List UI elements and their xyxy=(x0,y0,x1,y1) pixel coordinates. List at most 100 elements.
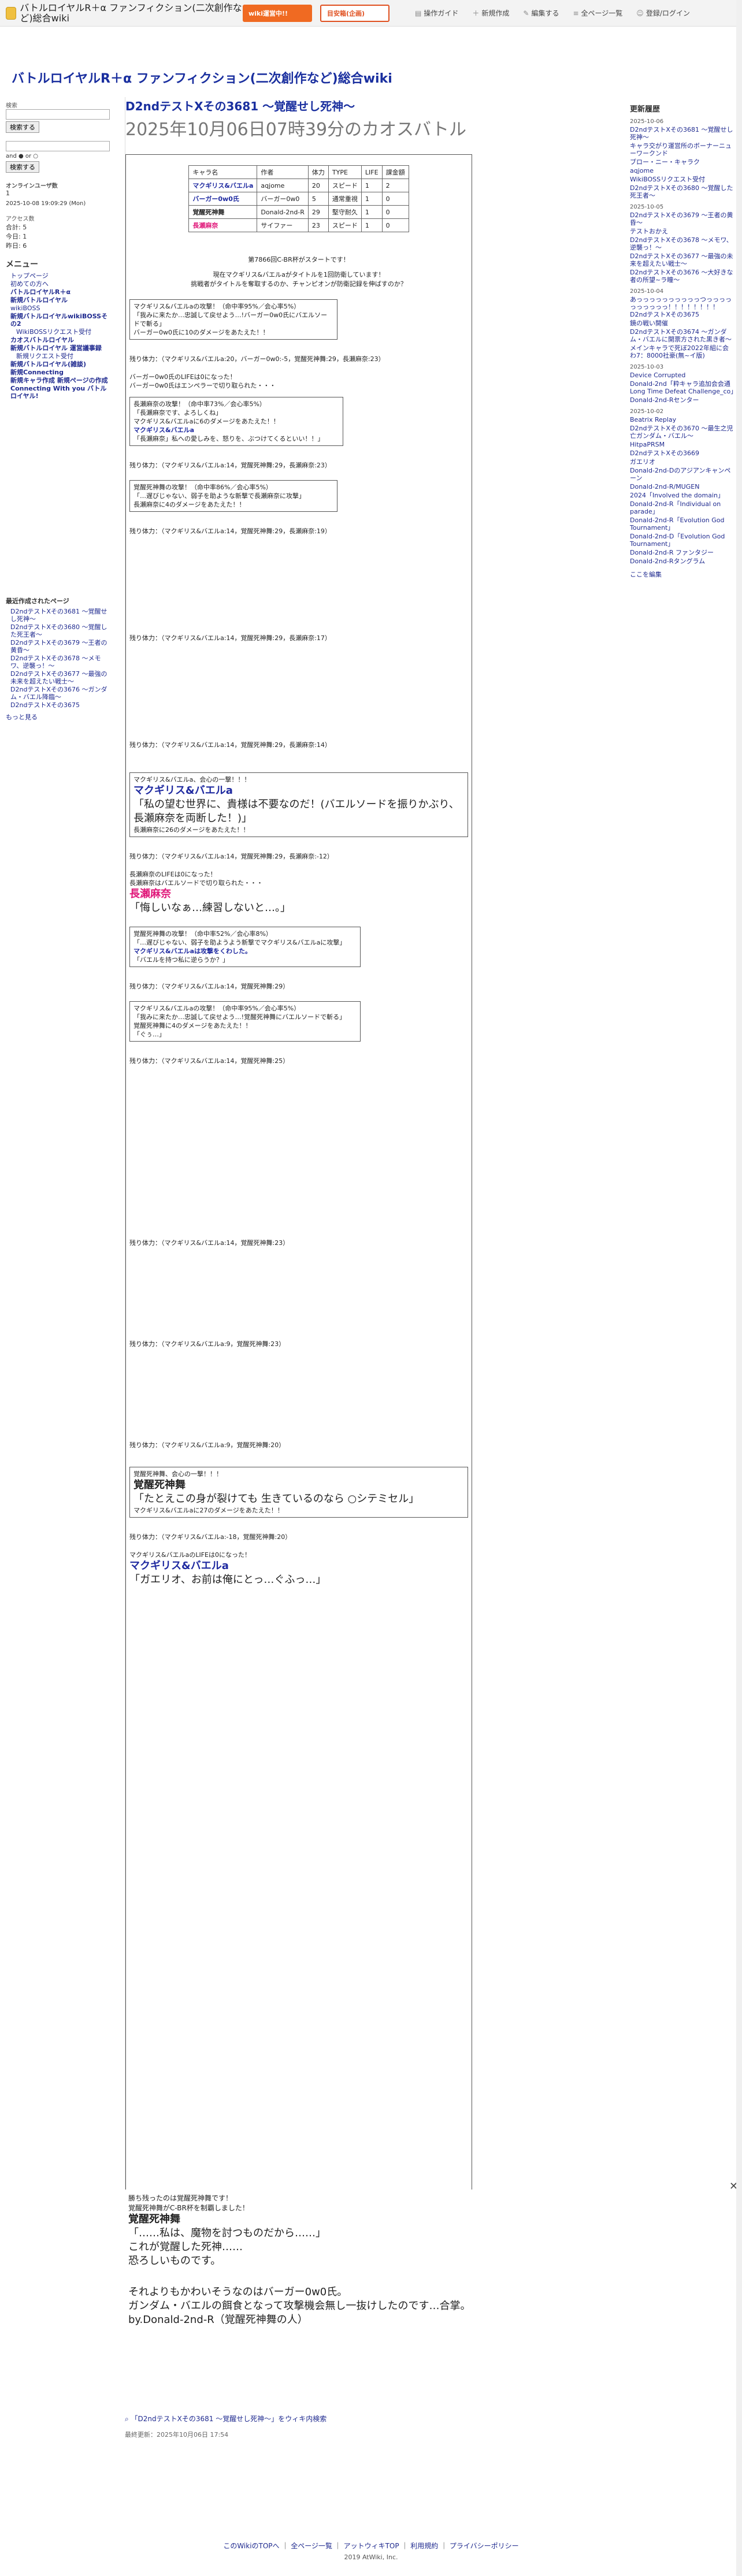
history-item[interactable]: 鏡の戦い開催 xyxy=(630,319,734,327)
table-header: TYPE xyxy=(328,165,362,179)
history-item[interactable]: テストおかえ xyxy=(630,228,734,235)
edit-link[interactable]: ここを編集 xyxy=(630,571,734,578)
history-item[interactable]: Donald-2nd-R/MUGEN xyxy=(630,483,734,490)
history-item[interactable]: メインキャラで死ぼ2022年組に会わ7：8000社豪(無~イ版) xyxy=(630,344,734,359)
hp-line: 残り体力：（マクギリス&バエルa:14，覚醒死神舞:29，長瀬麻奈:23） xyxy=(129,462,331,469)
menu-item[interactable]: トップページ xyxy=(10,272,110,280)
history-title: 更新履歴 xyxy=(630,105,661,114)
menu-item[interactable]: 新規バトルロイヤル 運営議事録 xyxy=(10,344,110,352)
history-item[interactable]: キャラ交がり運営所のボーナーニューワークンド xyxy=(630,142,734,157)
log-line: 「我みに来たか…忠誠して戻せよう…!覚醒死神舞にバエルソードで斬る」 xyxy=(133,1013,346,1021)
history-item[interactable]: D2ndテストXその3680 〜覚醒した死王者〜 xyxy=(630,184,734,199)
history-item[interactable]: Donald-2nd-Rタングラム xyxy=(630,557,734,565)
recent-item[interactable]: D2ndテストXその3679 〜王者の黄昏〜 xyxy=(10,639,110,654)
start-line: 第7866回C-BR杯がスタートです！ xyxy=(248,256,350,263)
history-item[interactable]: Donald-2nd-Dのアジアンキャンペーン xyxy=(630,467,734,482)
hp-line: 残り体力：（マクギリス&バエルa:14，覚醒死神舞:23） xyxy=(129,1239,290,1247)
history-item[interactable]: aqjome xyxy=(630,167,734,174)
table-header: 作者 xyxy=(257,165,309,179)
footer-link[interactable]: 利用規約 xyxy=(410,2542,438,2550)
table-cell: スピード xyxy=(328,179,362,192)
log-line: バーガー0w0氏に10のダメージをあたえた！！ xyxy=(133,329,269,336)
scrollbar[interactable] xyxy=(736,0,742,2576)
attack-box: 覚醒死神舞の攻撃！（命中率52%／会心率8%） 「…遅びじゃない、弱子を助ようよ… xyxy=(129,927,361,967)
menu-item[interactable]: カオスバトルロイヤル xyxy=(10,336,110,344)
nav-label: 全ページ一覧 xyxy=(581,9,623,17)
menu-item[interactable]: 初めての方へ xyxy=(10,280,110,288)
menu-item[interactable]: 新規キャラ作成 新規ページの作成 xyxy=(10,377,110,384)
history-item[interactable]: D2ndテストXその3678 〜メモワ、逆襲っ！〜 xyxy=(630,236,734,251)
history-item[interactable]: Donald-2nd-R ファンタジー xyxy=(630,549,734,556)
nav-new[interactable]: ＋新規作成 xyxy=(472,8,509,18)
hp-line: 残り体力：（マクギリス&バエルa:14，覚醒死神舞:29，長瀬麻奈:-12） xyxy=(129,853,333,860)
recent-item[interactable]: D2ndテストXその3678 〜メモワ、逆襲っ！〜 xyxy=(10,655,110,670)
history-item[interactable]: Donald-2nd「粋キャラ追加会会通 Long Time Defeat Ch… xyxy=(630,380,737,395)
footer-link[interactable]: このWikiのTOPへ xyxy=(223,2542,279,2550)
menu-item[interactable]: 新規バトルロイヤル xyxy=(10,296,110,304)
more-link[interactable]: もっと見る xyxy=(6,712,110,722)
history-item[interactable]: HitpaPRSM xyxy=(630,441,734,448)
search-button[interactable]: 検索する xyxy=(6,121,39,133)
history-item[interactable]: D2ndテストXその3677 〜最強の未来を超えたい戦士〜 xyxy=(630,252,734,267)
recent-title: 最近作成されたページ xyxy=(6,597,69,605)
wiki-search-link[interactable]: ⌕ 「D2ndテストXその3681 〜覚醒せし死神〜」をウィキ内検索 xyxy=(125,2414,327,2423)
table-cell: 通常重視 xyxy=(328,192,362,206)
critical-box: マクギリス&バエルa、会心の一撃！！！ マクギリス&バエルa 「私の望む世界に、… xyxy=(129,772,468,837)
nav-edit[interactable]: ✎ 編集する xyxy=(523,8,559,18)
log-line: 長瀬麻奈はバエルソードで切り取られた・・・ xyxy=(129,879,263,887)
history-item[interactable]: D2ndテストXその3669 xyxy=(630,449,734,457)
log-line: 覚醒死神舞に4のダメージをあたえた！！ xyxy=(133,1022,252,1029)
hp-line: 残り体力：（マクギリス&バエルa:14，覚醒死神舞:29，長瀬麻奈:14） xyxy=(129,741,331,749)
hp-line: 残り体力：（マクギリス&バエルa:14，覚醒死神舞:29，長瀬麻奈:17） xyxy=(129,634,331,642)
history-item[interactable]: Device Corrupted xyxy=(630,371,734,379)
history-item[interactable]: Donald-2nd-R「Individual on parade」 xyxy=(630,500,734,515)
nav-login[interactable]: ☺ 登録/ログイン xyxy=(636,8,690,18)
nav-all-pages[interactable]: ≡ 全ページ一覧 xyxy=(573,8,622,18)
tag-search-input[interactable] xyxy=(6,141,110,151)
site-title[interactable]: バトルロイヤルR＋α ファンフィクション(二次創作など)総合wiki xyxy=(12,68,392,87)
nav-guide[interactable]: ▤ 操作ガイド xyxy=(415,8,458,18)
history-item[interactable]: あっっっっっっっっっっつっっっっっっっっっっ！！！！！！！！D2ndテストXその… xyxy=(630,296,734,318)
copyright: 2019 AtWiki, Inc. xyxy=(344,2553,398,2561)
history-item[interactable]: Donald-2nd-R「Evolution God Tournament」 xyxy=(630,516,734,531)
history-item[interactable]: ブロー・ニー・キャラク xyxy=(630,158,734,166)
menu-item[interactable]: 新規リクエスト受付 xyxy=(16,352,110,360)
menu-item[interactable]: Connecting With you バトルロイヤル! xyxy=(10,385,110,400)
recent-item[interactable]: D2ndテストXその3676 〜ガンダム・バエル降臨〜 xyxy=(10,686,110,701)
history-item[interactable]: D2ndテストXその3681 〜覚醒せし死神〜 xyxy=(630,126,734,141)
site-brand[interactable]: バトルロイヤルR＋α ファンフィクション(二次創作など)総合wiki xyxy=(0,2,243,24)
footer-link[interactable]: アットウィキTOP xyxy=(344,2542,399,2550)
author-credit: by.Donald-2nd-R（覚醒死神舞の人） xyxy=(128,2314,308,2326)
tag-search-button[interactable]: 検索する xyxy=(6,161,39,173)
recent-item[interactable]: D2ndテストXその3680 〜覚醒した死王者〜 xyxy=(10,623,110,638)
history-item[interactable]: 2024「Involved the domain」 xyxy=(630,492,734,499)
menu-item[interactable]: 新規Connecting xyxy=(10,369,110,376)
history-item[interactable]: D2ndテストXその3670 〜最生之児亡ガンダム・バエル〜 xyxy=(630,425,734,440)
history-item[interactable]: Donald-2nd-D「Evolution God Tournament」 xyxy=(630,533,734,548)
ad-banner-suggestion[interactable]: 目安箱(企画) xyxy=(320,4,389,22)
page-subtitle: 2025年10月06日07時39分のカオスバトル xyxy=(125,120,466,140)
menu-item[interactable]: WikiBOSSリクエスト受付 xyxy=(16,328,110,336)
and-or-toggle[interactable]: and ● or ○ xyxy=(6,153,110,159)
menu-item[interactable]: 新規バトルロイヤルwikiBOSSその2 xyxy=(10,313,110,328)
log-line: 「バエルを持つ私に逆らうか？」 xyxy=(133,956,229,964)
log-line: 長瀬麻奈に4のダメージをあたえた！！ xyxy=(133,501,246,508)
menu-item[interactable]: wikiBOSS xyxy=(10,304,110,312)
winner-quote: これが覚醒した死神…… xyxy=(128,2241,243,2253)
recent-item[interactable]: D2ndテストXその3677 〜最強の未来を超えたい戦士〜 xyxy=(10,670,110,685)
history-item[interactable]: D2ndテストXその3676 〜大好きな者の所望~ラ瞳〜 xyxy=(630,269,734,284)
menu-item[interactable]: バトルロイヤルR＋α xyxy=(10,288,110,296)
footer-link[interactable]: プライバシーポリシー xyxy=(450,2542,519,2550)
history-item[interactable]: D2ndテストXその3679 〜王者の黄昏〜 xyxy=(630,211,734,226)
history-item[interactable]: ガエリオ xyxy=(630,458,734,466)
history-item[interactable]: D2ndテストXその3674 〜ガンダム・バエルに開票方された黒き者〜 xyxy=(630,328,734,343)
history-item[interactable]: Donald-2nd-Rセンター xyxy=(630,396,734,404)
search-input[interactable] xyxy=(6,109,110,120)
ad-banner-wiki[interactable]: wiki運営中!! xyxy=(243,4,312,22)
history-item[interactable]: WikiBOSSリクエスト受付 xyxy=(630,176,734,183)
footer-link[interactable]: 全ページ一覧 xyxy=(291,2542,332,2550)
history-item[interactable]: Beatrix Replay xyxy=(630,416,734,423)
recent-item[interactable]: D2ndテストXその3675 xyxy=(10,701,110,709)
recent-item[interactable]: D2ndテストXその3681 〜覚醒せし死神〜 xyxy=(10,608,110,623)
menu-item[interactable]: 新規バトルロイヤル(雑談) xyxy=(10,360,110,368)
